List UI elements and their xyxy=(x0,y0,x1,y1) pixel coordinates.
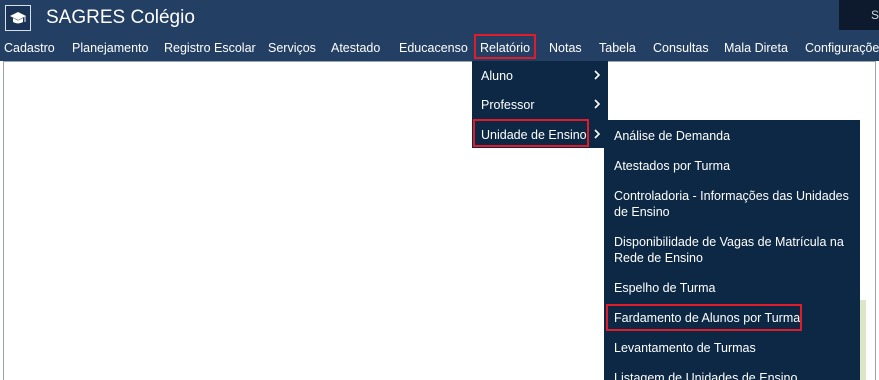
menu-servicos[interactable]: Serviços xyxy=(268,41,316,56)
menu-configuracoes[interactable]: Configurações xyxy=(805,41,879,56)
chevron-right-icon xyxy=(594,99,601,109)
dropdown-item-professor[interactable]: Professor xyxy=(481,98,535,113)
menu-educacenso[interactable]: Educacenso xyxy=(399,41,468,56)
chevron-right-icon xyxy=(594,129,601,139)
menu-planejamento[interactable]: Planejamento xyxy=(72,41,148,56)
app-title: SAGRES Colégio xyxy=(46,7,195,28)
unidade-highlight xyxy=(473,119,589,147)
relatorio-highlight xyxy=(474,34,536,59)
menu-cadastro[interactable]: Cadastro xyxy=(4,41,55,56)
search-box-label: S xyxy=(871,8,879,22)
app-logo xyxy=(5,5,31,31)
submenu-item-levantamento-de-turmas[interactable]: Levantamento de Turmas xyxy=(614,340,854,356)
chevron-right-icon xyxy=(594,70,601,80)
submenu-item-atestados-por-turma[interactable]: Atestados por Turma xyxy=(614,158,854,174)
submenu-item-analise-de-demanda[interactable]: Análise de Demanda xyxy=(614,128,854,144)
menu-registro-escolar[interactable]: Registro Escolar xyxy=(164,41,256,56)
menu-atestado[interactable]: Atestado xyxy=(331,41,380,56)
menu-mala-direta[interactable]: Mala Direta xyxy=(724,41,788,56)
submenu-item-espelho-de-turma[interactable]: Espelho de Turma xyxy=(614,280,854,296)
menu-notas[interactable]: Notas xyxy=(549,41,582,56)
main-menu-bar: Cadastro Planejamento Registro Escolar S… xyxy=(0,36,879,61)
submenu-item-controladoria[interactable]: Controladoria - Informações das Unidades… xyxy=(614,188,854,220)
side-rail xyxy=(860,300,866,380)
menu-consultas[interactable]: Consultas xyxy=(653,41,709,56)
graduation-cap-icon xyxy=(10,12,26,24)
menu-tabela[interactable]: Tabela xyxy=(599,41,636,56)
dropdown-item-aluno[interactable]: Aluno xyxy=(481,69,513,84)
unidade-de-ensino-submenu: Análise de Demanda Atestados por Turma C… xyxy=(604,120,860,380)
fardamento-highlight xyxy=(606,304,802,331)
title-bar: SAGRES Colégio S xyxy=(0,0,879,36)
submenu-item-disponibilidade-de-vagas[interactable]: Disponibilidade de Vagas de Matrícula na… xyxy=(614,234,854,266)
submenu-item-listagem-de-unidades[interactable]: Listagem de Unidades de Ensino xyxy=(614,370,854,380)
